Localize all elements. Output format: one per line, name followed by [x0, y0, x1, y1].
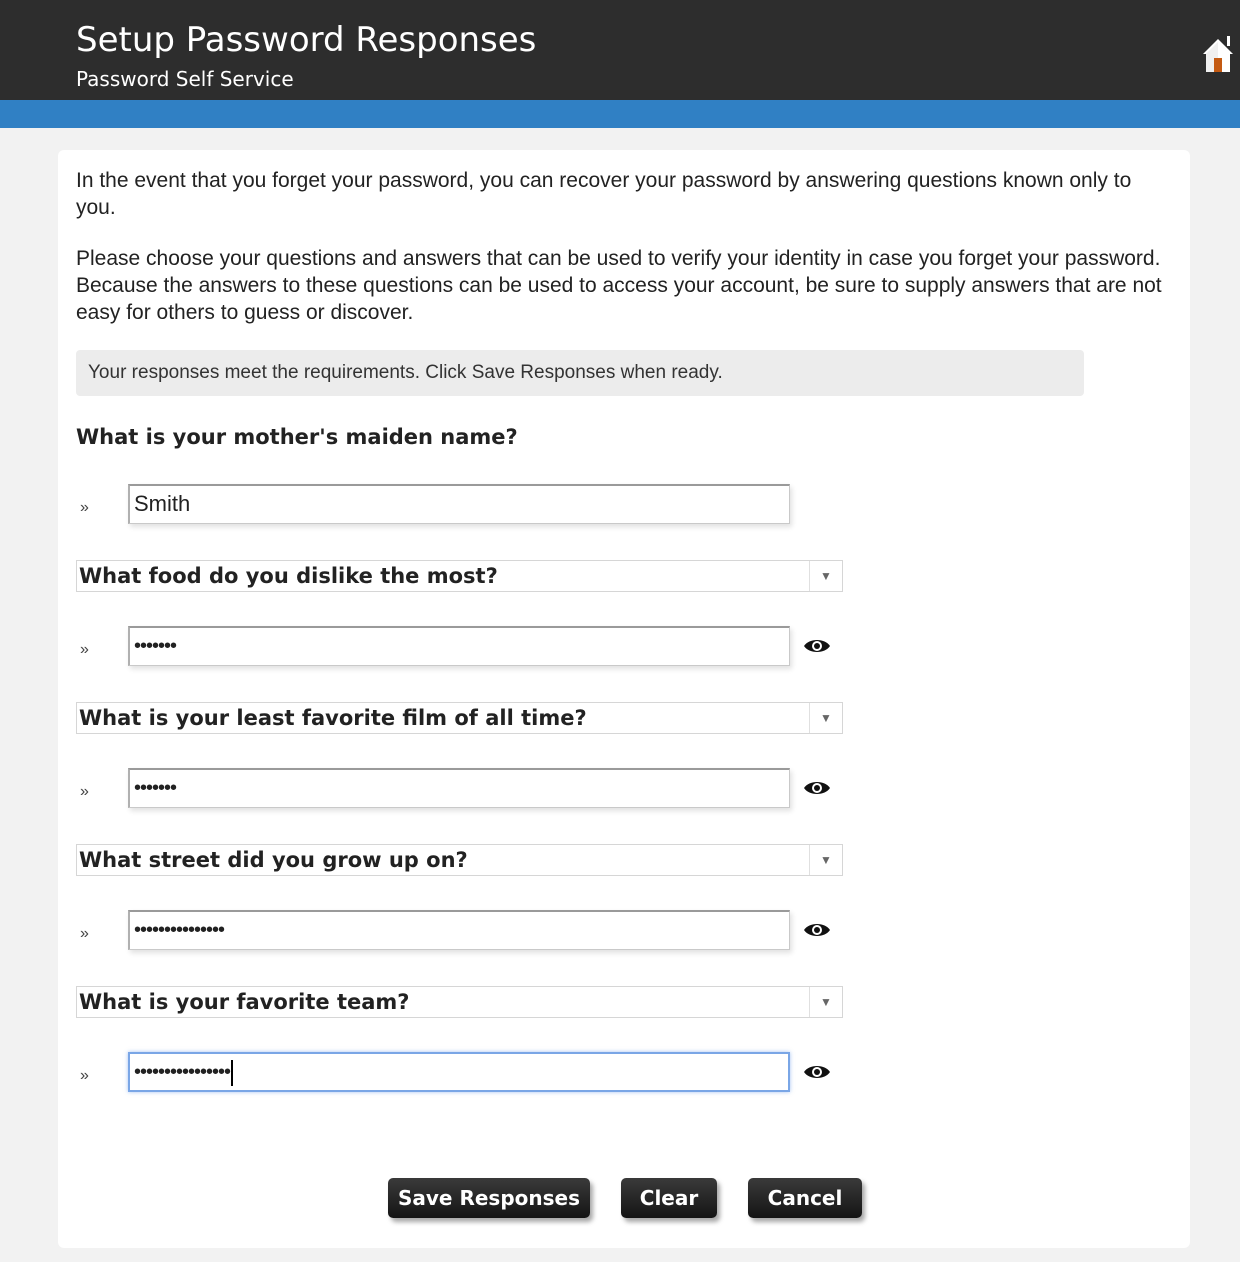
home-icon[interactable] — [1200, 34, 1236, 74]
question-select-2[interactable]: What food do you dislike the most? ▼ — [76, 560, 843, 592]
show-password-eye-icon[interactable] — [803, 921, 831, 939]
answer-input-4[interactable]: ••••••••••••••• — [128, 910, 790, 950]
answer-bullet: » — [80, 641, 89, 658]
show-password-eye-icon[interactable] — [803, 1063, 831, 1081]
answer-input-3[interactable]: ••••••• — [128, 768, 790, 808]
cancel-button[interactable]: Cancel — [748, 1178, 862, 1218]
page-header: Setup Password Responses Password Self S… — [0, 0, 1240, 100]
question-select-label: What food do you dislike the most? — [79, 564, 498, 588]
answer-input-1[interactable]: Smith — [128, 484, 790, 524]
page-title: Setup Password Responses — [76, 20, 537, 60]
answer-input-5-value: •••••••••••••••• — [134, 1061, 231, 1083]
question-select-label: What is your favorite team? — [79, 990, 410, 1014]
show-password-eye-icon[interactable] — [803, 637, 831, 655]
clear-button[interactable]: Clear — [621, 1178, 717, 1218]
accent-bar — [0, 100, 1240, 128]
answer-bullet: » — [80, 925, 89, 942]
answer-input-2[interactable]: ••••••• — [128, 626, 790, 666]
text-caret — [231, 1059, 234, 1086]
question-select-label: What street did you grow up on? — [79, 848, 468, 872]
status-message: Your responses meet the requirements. Cl… — [76, 350, 1084, 396]
page-subtitle: Password Self Service — [76, 67, 294, 91]
answer-bullet: » — [80, 1067, 89, 1084]
save-responses-button[interactable]: Save Responses — [388, 1178, 590, 1218]
answer-bullet: » — [80, 783, 89, 800]
chevron-down-icon: ▼ — [809, 703, 842, 733]
intro-paragraph-1: In the event that you forget your passwo… — [76, 169, 1132, 219]
chevron-down-icon: ▼ — [809, 987, 842, 1017]
question-select-3[interactable]: What is your least favorite film of all … — [76, 702, 843, 734]
chevron-down-icon: ▼ — [809, 845, 842, 875]
chevron-down-icon: ▼ — [809, 561, 842, 591]
question-select-label: What is your least favorite film of all … — [79, 706, 587, 730]
answer-bullet: » — [80, 499, 89, 516]
form-panel: In the event that you forget your passwo… — [58, 150, 1190, 1248]
show-password-eye-icon[interactable] — [803, 779, 831, 797]
answer-input-5[interactable]: •••••••••••••••• — [128, 1052, 790, 1092]
question-label-1: What is your mother's maiden name? — [76, 425, 518, 449]
question-select-4[interactable]: What street did you grow up on? ▼ — [76, 844, 843, 876]
question-select-5[interactable]: What is your favorite team? ▼ — [76, 986, 843, 1018]
intro-paragraph-2: Please choose your questions and answers… — [76, 247, 1162, 324]
